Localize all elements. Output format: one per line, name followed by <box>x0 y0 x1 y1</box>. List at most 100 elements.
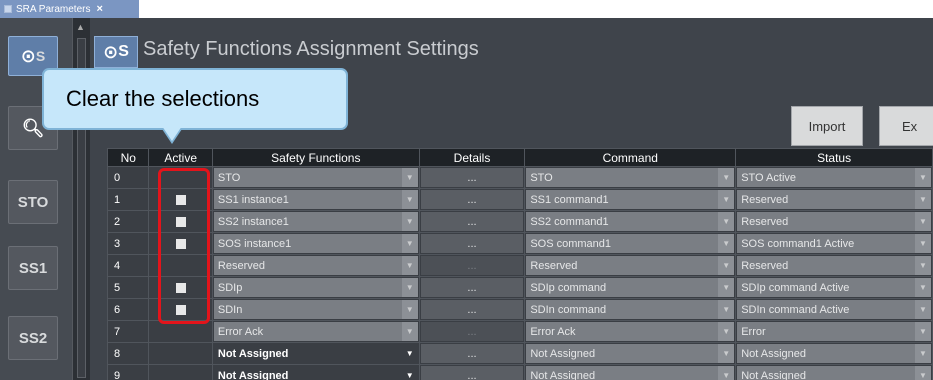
status-select[interactable]: Reserved ▼ <box>737 256 931 275</box>
safety-function-select[interactable]: Reserved ▼ <box>213 256 418 275</box>
details-button[interactable]: ... <box>420 168 524 187</box>
command-select[interactable]: Not Assigned ▼ <box>526 366 735 380</box>
command-select[interactable]: Error Ack ▼ <box>526 322 735 341</box>
dropdown-arrow-icon[interactable]: ▼ <box>718 300 735 319</box>
export-button[interactable]: Ex <box>879 106 933 146</box>
import-button[interactable]: Import <box>791 106 863 146</box>
dropdown-arrow-icon[interactable]: ▼ <box>915 190 931 209</box>
dropdown-arrow-icon[interactable]: ▼ <box>718 366 735 380</box>
dropdown-arrow-icon[interactable]: ▼ <box>915 278 931 297</box>
details-button[interactable]: ... <box>420 366 524 380</box>
table-row: 0 STO ▼... STO ▼ STO Active ▼ <box>106 166 933 189</box>
dropdown-arrow-icon[interactable]: ▼ <box>401 256 418 275</box>
safety-function-select[interactable]: Error Ack ▼ <box>213 322 418 341</box>
safety-function-select[interactable]: STO ▼ <box>213 168 418 187</box>
command-value: SDIn command <box>530 303 607 316</box>
active-cell[interactable] <box>148 342 213 365</box>
command-value: Error Ack <box>530 325 576 338</box>
status-select[interactable]: STO Active ▼ <box>737 168 931 187</box>
tab-sra-parameters[interactable]: SRA Parameters × <box>0 0 139 18</box>
dropdown-arrow-icon[interactable]: ▼ <box>915 234 931 253</box>
safety-function-select[interactable]: SS1 instance1 ▼ <box>213 190 418 209</box>
dropdown-arrow-icon[interactable]: ▼ <box>401 168 418 187</box>
column-header-command: Command <box>524 148 737 167</box>
dropdown-arrow-icon[interactable]: ▼ <box>718 322 735 341</box>
details-button[interactable]: ... <box>420 322 524 341</box>
details-cell: ... <box>418 298 526 321</box>
command-select[interactable]: SDIp command ▼ <box>526 278 735 297</box>
dropdown-arrow-icon[interactable]: ▼ <box>401 366 418 380</box>
table-header-row: No Active Safety Functions Details Comma… <box>106 148 933 167</box>
dropdown-arrow-icon[interactable]: ▼ <box>401 212 418 231</box>
dropdown-arrow-icon[interactable]: ▼ <box>718 234 735 253</box>
status-select[interactable]: Error ▼ <box>737 322 931 341</box>
details-button[interactable]: ... <box>420 212 524 231</box>
dropdown-arrow-icon[interactable]: ▼ <box>915 256 931 275</box>
safety-function-value: STO <box>217 171 241 184</box>
scroll-up-icon[interactable]: ▲ <box>76 22 85 32</box>
safety-function-select[interactable]: SDIp ▼ <box>213 278 418 297</box>
dropdown-arrow-icon[interactable]: ▼ <box>718 344 735 363</box>
row-number: 0 <box>106 166 150 189</box>
dropdown-arrow-icon[interactable]: ▼ <box>401 300 418 319</box>
status-select[interactable]: Reserved ▼ <box>737 190 931 209</box>
dropdown-arrow-icon[interactable]: ▼ <box>718 168 735 187</box>
dropdown-arrow-icon[interactable]: ▼ <box>401 190 418 209</box>
command-value: Not Assigned <box>530 369 596 380</box>
details-button[interactable]: ... <box>420 256 524 275</box>
dropdown-arrow-icon[interactable]: ▼ <box>718 190 735 209</box>
sidebar-item-sto[interactable]: STO <box>8 180 58 224</box>
dropdown-arrow-icon[interactable]: ▼ <box>401 344 418 363</box>
command-select[interactable]: SS2 command1 ▼ <box>526 212 735 231</box>
dropdown-arrow-icon[interactable]: ▼ <box>915 344 931 363</box>
active-cell[interactable] <box>148 364 213 380</box>
details-button[interactable]: ... <box>420 344 524 363</box>
active-column-highlight <box>158 168 210 324</box>
status-select[interactable]: SOS command1 Active ▼ <box>737 234 931 253</box>
command-select[interactable]: SOS command1 ▼ <box>526 234 735 253</box>
dropdown-arrow-icon[interactable]: ▼ <box>915 300 931 319</box>
details-button[interactable]: ... <box>420 234 524 253</box>
safety-function-value: SS1 instance1 <box>217 193 289 206</box>
dropdown-arrow-icon[interactable]: ▼ <box>401 234 418 253</box>
dropdown-arrow-icon[interactable]: ▼ <box>915 322 931 341</box>
status-cell: Not Assigned ▼ <box>735 364 933 380</box>
dropdown-arrow-icon[interactable]: ▼ <box>915 212 931 231</box>
sidebar-item-ss1[interactable]: SS1 <box>8 246 58 290</box>
safety-functions-table: No Active Safety Functions Details Comma… <box>106 148 933 380</box>
dropdown-arrow-icon[interactable]: ▼ <box>915 168 931 187</box>
dropdown-arrow-icon[interactable]: ▼ <box>718 278 735 297</box>
safety-function-cell: STO ▼ <box>211 166 420 189</box>
safety-function-select[interactable]: Not Assigned ▼ <box>213 366 418 380</box>
safety-function-select[interactable]: Not Assigned ▼ <box>213 344 418 363</box>
dropdown-arrow-icon[interactable]: ▼ <box>718 256 735 275</box>
safety-function-select[interactable]: SOS instance1 ▼ <box>213 234 418 253</box>
command-select[interactable]: SS1 command1 ▼ <box>526 190 735 209</box>
details-button[interactable]: ... <box>420 278 524 297</box>
close-icon[interactable]: × <box>96 3 102 15</box>
command-select[interactable]: Not Assigned ▼ <box>526 344 735 363</box>
safety-function-cell: Error Ack ▼ <box>211 320 420 343</box>
command-select[interactable]: Reserved ▼ <box>526 256 735 275</box>
dropdown-arrow-icon[interactable]: ▼ <box>915 366 931 380</box>
status-cell: STO Active ▼ <box>735 166 933 189</box>
status-select[interactable]: SDIp command Active ▼ <box>737 278 931 297</box>
status-select[interactable]: Reserved ▼ <box>737 212 931 231</box>
details-button[interactable]: ... <box>420 190 524 209</box>
status-select[interactable]: Not Assigned ▼ <box>737 366 931 380</box>
command-select[interactable]: STO ▼ <box>526 168 735 187</box>
command-select[interactable]: SDIn command ▼ <box>526 300 735 319</box>
status-select[interactable]: SDIn command Active ▼ <box>737 300 931 319</box>
dropdown-arrow-icon[interactable]: ▼ <box>718 212 735 231</box>
page-title: Safety Functions Assignment Settings <box>143 38 479 60</box>
status-cell: Reserved ▼ <box>735 254 933 277</box>
details-button[interactable]: ... <box>420 300 524 319</box>
safety-function-select[interactable]: SDIn ▼ <box>213 300 418 319</box>
dropdown-arrow-icon[interactable]: ▼ <box>401 322 418 341</box>
command-cell: Reserved ▼ <box>524 254 737 277</box>
table-row: 5 SDIp ▼... SDIp command ▼ SDIp command Activ… <box>106 276 933 299</box>
status-select[interactable]: Not Assigned ▼ <box>737 344 931 363</box>
dropdown-arrow-icon[interactable]: ▼ <box>401 278 418 297</box>
safety-function-select[interactable]: SS2 instance1 ▼ <box>213 212 418 231</box>
sidebar-item-ss2[interactable]: SS2 <box>8 316 58 360</box>
